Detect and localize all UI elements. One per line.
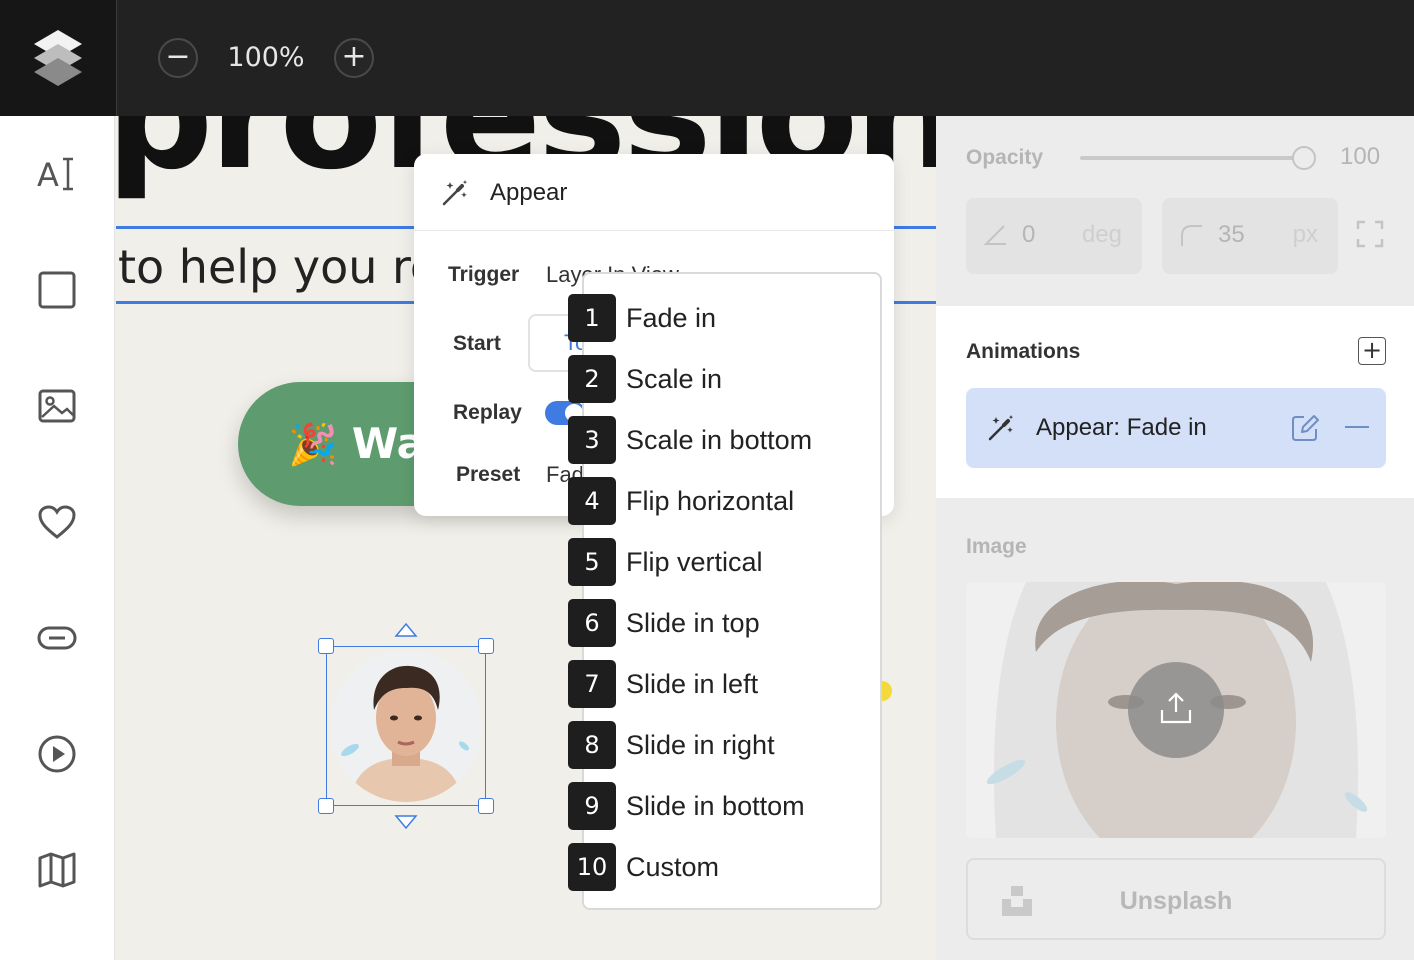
preset-option-slide-in-top[interactable]: 6 Slide in top: [568, 599, 868, 649]
button-tool-button[interactable]: [33, 614, 81, 662]
opacity-slider-knob[interactable]: [1292, 146, 1316, 170]
arrow-down-handle-icon[interactable]: [394, 814, 418, 830]
map-icon: [38, 852, 76, 888]
corner-radius-unit: px: [1292, 221, 1318, 248]
unsplash-label: Unsplash: [1119, 887, 1233, 915]
image-icon: [38, 389, 76, 423]
preset-option-label: Flip vertical: [626, 547, 763, 577]
rotation-unit: deg: [1081, 221, 1122, 248]
magic-wand-icon: [442, 180, 468, 206]
rotation-field[interactable]: 0 deg: [966, 198, 1142, 274]
preset-option-slide-in-left[interactable]: 7 Slide in left: [568, 660, 868, 710]
angle-icon: [983, 225, 1006, 245]
layers-logo-icon: [34, 30, 82, 86]
preset-option-label: Scale in bottom: [626, 425, 813, 455]
map-tool-button[interactable]: [33, 846, 81, 894]
zoom-out-button[interactable]: −: [158, 38, 198, 78]
app-logo[interactable]: [0, 0, 117, 116]
rectangle-tool-button[interactable]: [33, 266, 81, 314]
play-circle-icon: [38, 735, 76, 773]
image-tool-button[interactable]: [33, 382, 81, 430]
preset-option-scale-in-bottom[interactable]: 3 Scale in bottom: [568, 416, 868, 466]
preset-option-flip-horizontal[interactable]: 4 Flip horizontal: [568, 477, 868, 527]
trigger-label: Trigger: [448, 263, 520, 286]
animations-section: Animations + Appear: Fade in: [936, 306, 1414, 498]
text-tool-button[interactable]: A: [33, 150, 81, 198]
upload-image-button[interactable]: [1128, 662, 1224, 758]
preset-option-label: Fade in: [626, 303, 717, 333]
resize-handle-top-left[interactable]: [318, 638, 334, 654]
preset-option-fade-in[interactable]: 1 Fade in: [568, 294, 868, 344]
appear-popup-title: Appear: [490, 179, 568, 206]
top-bar: − 100% +: [0, 0, 1414, 116]
corner-radius-field[interactable]: 35 px: [1162, 198, 1338, 274]
corner-radius-icon: [1181, 225, 1202, 246]
preset-number-badge: 7: [568, 660, 616, 708]
preset-number-badge: 3: [568, 416, 616, 464]
preset-option-slide-in-bottom[interactable]: 9 Slide in bottom: [568, 782, 868, 832]
left-toolbar: A: [0, 116, 115, 960]
selection-frame: [326, 646, 486, 806]
preset-option-label: Slide in right: [626, 730, 775, 760]
expand-corners-icon[interactable]: [1356, 220, 1384, 248]
preset-number-badge: 10: [568, 843, 616, 891]
heart-icon: [38, 505, 76, 539]
opacity-slider-track[interactable]: [1080, 156, 1306, 160]
appear-popup-header: Appear: [414, 154, 894, 231]
arrow-up-handle-icon[interactable]: [394, 622, 418, 638]
image-preview[interactable]: [966, 582, 1386, 838]
preset-option-scale-in[interactable]: 2 Scale in: [568, 355, 868, 405]
opacity-value: 100: [1340, 143, 1381, 170]
preset-option-label: Flip horizontal: [626, 486, 795, 516]
preset-number-badge: 9: [568, 782, 616, 830]
preset-number-badge: 6: [568, 599, 616, 647]
opacity-label: Opacity: [966, 146, 1044, 169]
animation-item-label: Appear: Fade in: [1036, 414, 1207, 441]
remove-animation-icon[interactable]: [1344, 414, 1370, 440]
preset-label: Preset: [456, 463, 521, 486]
animation-item-appear[interactable]: Appear: Fade in: [966, 388, 1386, 468]
edit-pencil-icon[interactable]: [1290, 413, 1320, 443]
square-icon: [38, 271, 76, 309]
resize-handle-bottom-right[interactable]: [478, 798, 494, 814]
rotation-value: 0: [1022, 221, 1036, 248]
unsplash-button[interactable]: Unsplash: [966, 858, 1386, 940]
preset-option-label: Custom: [626, 852, 720, 882]
start-label: Start: [453, 332, 501, 355]
magic-wand-icon: [988, 415, 1014, 441]
selected-avatar[interactable]: [318, 622, 494, 830]
preset-option-label: Scale in: [626, 364, 723, 394]
text-cursor-icon: A: [37, 156, 73, 194]
preset-option-flip-vertical[interactable]: 5 Flip vertical: [568, 538, 868, 588]
preset-option-label: Slide in top: [626, 608, 760, 638]
image-label: Image: [966, 535, 1027, 558]
zoom-level: 100%: [227, 42, 305, 73]
resize-handle-bottom-left[interactable]: [318, 798, 334, 814]
svg-text:A: A: [37, 156, 59, 194]
preset-number-badge: 1: [568, 294, 616, 342]
button-shape-icon: [37, 626, 77, 650]
preset-option-custom[interactable]: 10 Custom: [568, 843, 868, 893]
preset-option-label: Slide in bottom: [626, 791, 805, 821]
preset-option-slide-in-right[interactable]: 8 Slide in right: [568, 721, 868, 771]
add-animation-button[interactable]: +: [1358, 337, 1386, 365]
preset-number-badge: 4: [568, 477, 616, 525]
heart-tool-button[interactable]: [33, 498, 81, 546]
preset-number-badge: 8: [568, 721, 616, 769]
preset-option-label: Slide in left: [626, 669, 759, 699]
replay-label: Replay: [453, 401, 522, 424]
video-tool-button[interactable]: [33, 730, 81, 778]
party-popper-icon: 🎉: [288, 422, 338, 468]
zoom-in-button[interactable]: +: [334, 38, 374, 78]
properties-panel: Opacity 100 0 deg 35 px Animations + App…: [936, 116, 1414, 960]
corner-radius-value: 35: [1218, 221, 1245, 248]
animations-title: Animations: [966, 340, 1081, 363]
preset-number-badge: 5: [568, 538, 616, 586]
resize-handle-top-right[interactable]: [478, 638, 494, 654]
upload-icon: [1160, 692, 1192, 724]
preset-number-badge: 2: [568, 355, 616, 403]
